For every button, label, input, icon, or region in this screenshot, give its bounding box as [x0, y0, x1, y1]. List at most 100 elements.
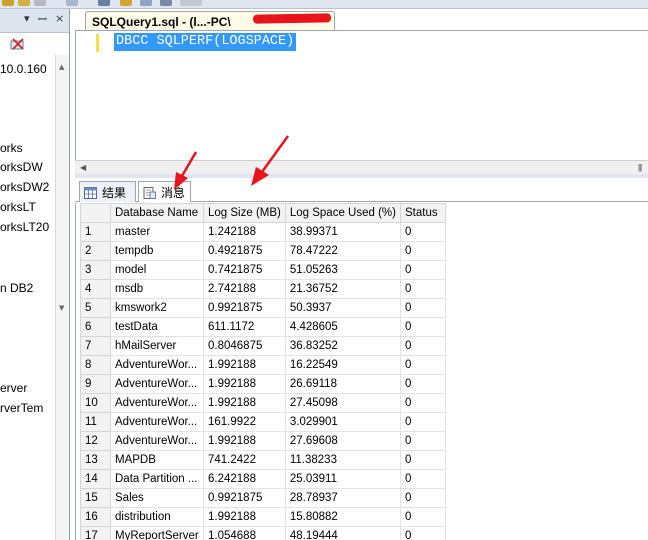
scroll-grip-icon[interactable]: |||	[638, 163, 642, 172]
toolbar-button-icon[interactable]	[66, 0, 78, 6]
query-editor[interactable]	[75, 30, 648, 176]
table-cell[interactable]: kmswork2	[110, 298, 204, 318]
table-cell[interactable]: 78.47222	[284, 241, 401, 261]
table-cell[interactable]: 1.992188	[203, 374, 286, 394]
row-number-cell[interactable]: 7	[80, 336, 111, 356]
column-header[interactable]: Status	[399, 203, 446, 223]
table-cell[interactable]: 1.992188	[203, 431, 286, 451]
row-number-cell[interactable]: 8	[80, 355, 111, 375]
table-cell[interactable]: 27.69608	[284, 431, 401, 451]
row-number-cell[interactable]: 1	[80, 222, 111, 242]
toolbar-button-icon[interactable]	[34, 0, 46, 6]
table-cell[interactable]: 2.742188	[203, 279, 286, 299]
table-row[interactable]: 15 Sales 0.9921875 28.78937 0	[80, 488, 446, 508]
row-number-cell[interactable]: 5	[80, 298, 111, 318]
table-row[interactable]: 17 MyReportServer 1.054688 48.19444 0	[80, 526, 446, 540]
toolbar-button-icon[interactable]	[98, 0, 110, 6]
table-cell[interactable]: 51.05263	[284, 260, 401, 280]
table-cell[interactable]: Sales	[110, 488, 204, 508]
row-number-cell[interactable]: 10	[80, 393, 111, 413]
table-cell[interactable]: 0	[399, 393, 446, 413]
toolbar-dropdown-icon[interactable]	[180, 0, 202, 6]
row-number-cell[interactable]: 11	[80, 412, 111, 432]
table-cell[interactable]: 0	[399, 279, 446, 299]
tree-item-database[interactable]: orksDW	[0, 160, 43, 174]
tab-results[interactable]: 结果	[79, 181, 136, 202]
selected-code-line[interactable]: DBCC SQLPERF(LOGSPACE)	[114, 33, 297, 51]
table-cell[interactable]: testData	[110, 317, 204, 337]
tree-item-database[interactable]: orks	[0, 141, 23, 155]
row-number-cell[interactable]: 9	[80, 374, 111, 394]
table-cell[interactable]: 1.242188	[203, 222, 286, 242]
table-cell[interactable]: 741.2422	[203, 450, 286, 470]
table-row[interactable]: 10 AdventureWor... 1.992188 27.45098 0	[80, 393, 446, 413]
table-cell[interactable]: AdventureWor...	[110, 431, 204, 451]
table-cell[interactable]: 27.45098	[284, 393, 401, 413]
table-cell[interactable]: 0.8046875	[203, 336, 286, 356]
table-cell[interactable]: 36.83252	[284, 336, 401, 356]
toolbar-button-icon[interactable]	[120, 0, 132, 6]
tree-item-database[interactable]: erver	[0, 381, 27, 395]
row-number-cell[interactable]: 14	[80, 469, 111, 489]
table-row[interactable]: 5 kmswork2 0.9921875 50.3937 0	[80, 298, 446, 318]
table-row[interactable]: 4 msdb 2.742188 21.36752 0	[80, 279, 446, 299]
table-cell[interactable]: 11.38233	[284, 450, 401, 470]
tree-item-database[interactable]: n DB2	[0, 281, 33, 295]
table-row[interactable]: 11 AdventureWor... 161.9922 3.029901 0	[80, 412, 446, 432]
table-cell[interactable]: 26.69118	[284, 374, 401, 394]
table-cell[interactable]: hMailServer	[110, 336, 204, 356]
table-cell[interactable]: 21.36752	[284, 279, 401, 299]
table-cell[interactable]: msdb	[110, 279, 204, 299]
table-cell[interactable]: 0	[399, 431, 446, 451]
table-cell[interactable]: 1.992188	[203, 507, 286, 527]
close-icon[interactable]: ×	[55, 12, 64, 25]
table-cell[interactable]: master	[110, 222, 204, 242]
column-header[interactable]: Database Name	[110, 203, 204, 223]
table-cell[interactable]: 1.992188	[203, 355, 286, 375]
row-number-cell[interactable]: 13	[80, 450, 111, 470]
table-cell[interactable]: 0	[399, 336, 446, 356]
table-cell[interactable]: AdventureWor...	[110, 355, 204, 375]
table-row[interactable]: 14 Data Partition ... 6.242188 25.03911 0	[80, 469, 446, 489]
column-header[interactable]: Log Size (MB)	[203, 203, 286, 223]
row-number-header[interactable]	[80, 203, 111, 223]
table-cell[interactable]: 4.428605	[284, 317, 401, 337]
table-cell[interactable]: 0	[399, 355, 446, 375]
table-row[interactable]: 7 hMailServer 0.8046875 36.83252 0	[80, 336, 446, 356]
table-cell[interactable]: 1.054688	[203, 526, 286, 540]
table-cell[interactable]: 0.9921875	[203, 298, 286, 318]
table-cell[interactable]: 0	[399, 298, 446, 318]
table-row[interactable]: 8 AdventureWor... 1.992188 16.22549 0	[80, 355, 446, 375]
table-cell[interactable]: 16.22549	[284, 355, 401, 375]
row-number-cell[interactable]: 4	[80, 279, 111, 299]
table-cell[interactable]: 0	[399, 222, 446, 242]
table-cell[interactable]: 0	[399, 488, 446, 508]
table-row[interactable]: 2 tempdb 0.4921875 78.47222 0	[80, 241, 446, 261]
table-cell[interactable]: 161.9922	[203, 412, 286, 432]
row-number-cell[interactable]: 3	[80, 260, 111, 280]
table-cell[interactable]: 25.03911	[284, 469, 401, 489]
table-cell[interactable]: 48.19444	[284, 526, 401, 540]
row-number-cell[interactable]: 15	[80, 488, 111, 508]
row-number-cell[interactable]: 6	[80, 317, 111, 337]
scroll-left-icon[interactable]: ◀	[80, 163, 86, 172]
dropdown-icon[interactable]: ▾	[24, 12, 30, 25]
toolbar-button-icon[interactable]	[160, 0, 172, 6]
tree-item-database[interactable]: orksLT	[0, 200, 36, 214]
column-header[interactable]: Log Space Used (%)	[284, 203, 401, 223]
table-cell[interactable]: 611.1172	[203, 317, 286, 337]
table-cell[interactable]: 1.992188	[203, 393, 286, 413]
table-cell[interactable]: 28.78937	[284, 488, 401, 508]
table-cell[interactable]: 0.4921875	[203, 241, 286, 261]
table-cell[interactable]: 0.9921875	[203, 488, 286, 508]
table-cell[interactable]: 0	[399, 317, 446, 337]
row-number-cell[interactable]: 2	[80, 241, 111, 261]
table-cell[interactable]: distribution	[110, 507, 204, 527]
row-number-cell[interactable]: 17	[80, 526, 111, 540]
table-cell[interactable]: 0	[399, 241, 446, 261]
pin-icon[interactable]: ꟷ	[38, 12, 47, 27]
table-row[interactable]: 1 master 1.242188 38.99371 0	[80, 222, 446, 242]
tree-item-database[interactable]: orksDW2	[0, 180, 49, 194]
tab-messages[interactable]: 消息	[138, 181, 191, 202]
table-cell[interactable]: 0	[399, 412, 446, 432]
